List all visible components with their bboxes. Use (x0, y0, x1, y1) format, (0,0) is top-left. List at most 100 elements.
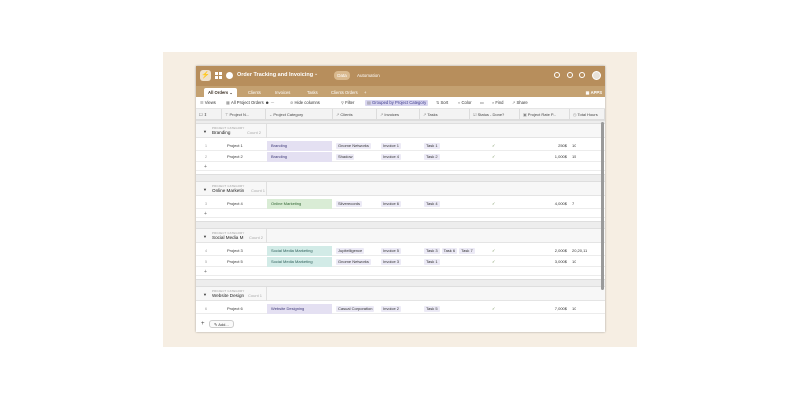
add-record-icon[interactable]: + (201, 321, 205, 327)
chevron-down-icon[interactable]: ⌄ (314, 71, 318, 77)
cell-hours[interactable]: 15 (572, 152, 576, 162)
find-button[interactable]: ⌕Find (492, 100, 504, 106)
color-button[interactable]: ◐Color (458, 100, 472, 106)
status-check-icon[interactable]: ✓ (492, 257, 495, 267)
table-row[interactable]: 6 Project 6 Website Designing Casual Cor… (196, 304, 605, 314)
col-status[interactable]: ☑Status - Done? (470, 109, 520, 120)
status-check-icon[interactable]: ✓ (492, 246, 495, 256)
tab-tasks[interactable]: Tasks (307, 88, 318, 97)
cell-task-chip[interactable]: Task 4 (424, 201, 440, 207)
tab-data[interactable]: Data (334, 71, 350, 80)
cell-task-chip[interactable]: Task 2 (424, 154, 440, 160)
tab-automation[interactable]: Automation (357, 73, 380, 78)
cell-project-name[interactable]: Project 4 (227, 199, 243, 209)
cell-invoice-chip[interactable]: Invoice 6 (381, 201, 402, 207)
cell-client-chip[interactable]: Silverecords (336, 201, 363, 207)
cell-client-chip[interactable]: Gnome Networks (336, 259, 371, 265)
views-button[interactable]: ☰Views (200, 100, 216, 106)
cell-task-chip[interactable]: Task 1 (424, 143, 440, 149)
cell-project-name[interactable]: Project 3 (227, 246, 243, 256)
table-row[interactable]: 1 Project 1 Branding Gnome Networks Invo… (196, 141, 605, 151)
cell-client-chip[interactable]: Shadow (336, 154, 355, 160)
cell-task-chip[interactable]: Task 6 (441, 248, 458, 254)
help-icon[interactable] (579, 72, 585, 78)
cell-invoice-chip[interactable]: Invoice 1 (381, 143, 402, 149)
settings-icon[interactable] (567, 72, 573, 78)
add-row-button[interactable]: + (196, 268, 605, 276)
share-button[interactable]: ↗Share (512, 100, 528, 106)
tab-invoices[interactable]: Invoices (275, 88, 290, 97)
select-all-checkbox[interactable]: ☐ ⇕ (196, 109, 222, 120)
cell-rate[interactable]: 3,000$ (521, 257, 569, 267)
col-total-hours[interactable]: ◷Total Hours (570, 109, 605, 120)
status-check-icon[interactable]: ✓ (492, 304, 495, 314)
cell-rate[interactable]: 4,000$ (521, 199, 569, 209)
collapse-caret-icon[interactable]: ▼ (203, 234, 207, 239)
tab-clients-orders[interactable]: Clients Orders (331, 88, 358, 97)
cell-project-name[interactable]: Project 5 (227, 257, 243, 267)
cell-invoice-chip[interactable]: Invoice 3 (381, 259, 402, 265)
table-row[interactable]: 4 Project 3 Social Media Marketing Jupit… (196, 246, 605, 256)
cell-task-chip[interactable]: Task 7 (459, 248, 475, 254)
cell-task-chip[interactable]: Task 3 (424, 248, 440, 254)
vertical-scrollbar[interactable] (601, 122, 604, 290)
filter-button[interactable]: ⚲Filter (341, 100, 354, 106)
collapse-caret-icon[interactable]: ▼ (203, 292, 207, 297)
cell-invoice-chip[interactable]: Invoice 4 (381, 154, 402, 160)
cell-category[interactable]: Social Media Marketing (267, 246, 332, 256)
cell-client-chip[interactable]: Casual Corporation (336, 306, 375, 312)
col-project-category[interactable]: ⌄Project Category (266, 109, 333, 120)
sort-button[interactable]: ⇅Sort (436, 100, 448, 106)
col-clients[interactable]: ↗Clients (333, 109, 377, 120)
status-check-icon[interactable]: ✓ (492, 199, 495, 209)
add-row-button[interactable]: + (196, 210, 605, 218)
add-button[interactable]: ✎ Add... (209, 320, 234, 328)
group-header-website[interactable]: ▼ PROJECT CATEGORY Website Design Count … (196, 287, 605, 301)
cell-rate[interactable]: 1,000$ (521, 152, 569, 162)
cell-category[interactable]: Social Media Marketing (267, 257, 332, 267)
collapse-caret-icon[interactable]: ▼ (203, 187, 207, 192)
col-tasks[interactable]: ↗Tasks (420, 109, 470, 120)
cell-project-name[interactable]: Project 2 (227, 152, 243, 162)
cell-task-chip[interactable]: Task 5 (424, 306, 440, 312)
status-check-icon[interactable]: ✓ (492, 141, 495, 151)
tab-all-orders[interactable]: All Orders ⌄ (204, 88, 237, 97)
cell-rate[interactable]: 250$ (521, 141, 569, 151)
table-row[interactable]: 5 Project 5 Social Media Marketing Gnome… (196, 257, 605, 267)
col-project-rate[interactable]: ▣Project Rate P... (520, 109, 570, 120)
col-invoices[interactable]: ↗Invoices (377, 109, 420, 120)
avatar[interactable] (592, 71, 601, 80)
cell-category[interactable]: Online Marketing (267, 199, 332, 209)
cell-invoice-chip[interactable]: Invoice 5 (381, 248, 402, 254)
table-row[interactable]: 3 Project 4 Online Marketing Silverecord… (196, 199, 605, 209)
add-row-button[interactable]: + (196, 163, 605, 171)
group-header-social-media[interactable]: ▼ PROJECT CATEGORY Social Media M Count … (196, 229, 605, 243)
table-row[interactable]: 2 Project 2 Branding Shadow Invoice 4 Ta… (196, 152, 605, 162)
cell-hours[interactable]: 10 (572, 257, 576, 267)
cell-project-name[interactable]: Project 1 (227, 141, 243, 151)
cell-category[interactable]: Branding (267, 141, 332, 151)
col-project-name[interactable]: ⊤Project N... (222, 109, 266, 120)
add-tab-button[interactable]: + (364, 88, 366, 97)
cell-hours[interactable]: 7 (572, 199, 574, 209)
apps-button[interactable]: ▦ APPS (586, 88, 602, 97)
cell-invoice-chip[interactable]: Invoice 2 (381, 306, 402, 312)
hide-columns-button[interactable]: ⊘Hide columns (290, 100, 320, 106)
group-header-online-marketing[interactable]: ▼ PROJECT CATEGORY Online Marketin Count… (196, 182, 605, 196)
cell-client-chip[interactable]: Gnome Networks (336, 143, 371, 149)
cell-client-chip[interactable]: Jupitelligence (336, 248, 365, 254)
base-title[interactable]: Order Tracking and Invoicing (237, 72, 313, 78)
row-height-icon[interactable]: ▭ (480, 100, 484, 106)
cell-hours[interactable]: 10 (572, 304, 576, 314)
group-button[interactable]: ▤Grouped by Project Category (365, 100, 429, 106)
cell-task-chip[interactable]: Task 1 (424, 259, 440, 265)
cell-hours[interactable]: 20,20,11 (572, 246, 587, 256)
cell-category[interactable]: Website Designing (267, 304, 332, 314)
group-header-branding[interactable]: ▼ PROJECT CATEGORY Branding Count 2 (196, 124, 605, 138)
tab-clients[interactable]: Clients (248, 88, 261, 97)
apps-grid-icon[interactable] (215, 72, 222, 79)
cell-project-name[interactable]: Project 6 (227, 304, 243, 314)
cell-hours[interactable]: 10 (572, 141, 576, 151)
app-logo-icon[interactable]: ⚡ (200, 70, 211, 81)
cell-rate[interactable]: 2,000$ (521, 246, 569, 256)
